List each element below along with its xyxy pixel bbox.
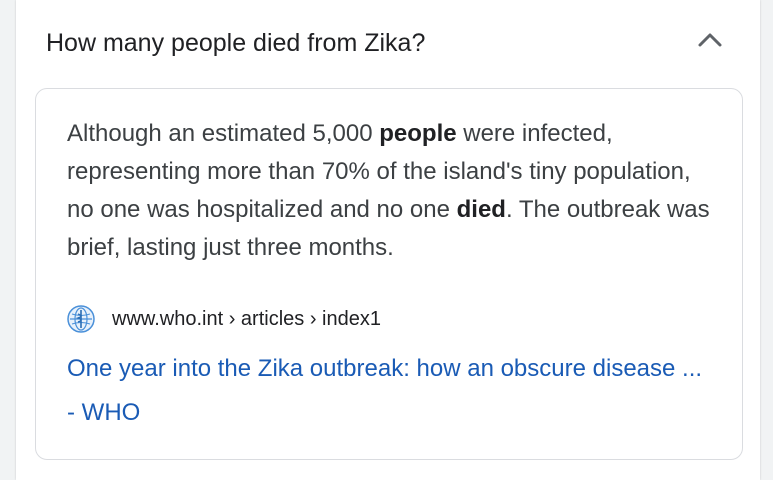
who-logo-icon [67, 305, 95, 333]
source-row[interactable]: www.who.int › articles › index1 [67, 304, 381, 334]
chevron-up-icon[interactable] [690, 24, 730, 56]
result-title-link[interactable]: One year into the Zika outbreak: how an … [67, 347, 707, 435]
answer-bold-died: died [456, 196, 506, 223]
question-text[interactable]: How many people died from Zika? [46, 28, 425, 58]
question-row[interactable]: How many people died from Zika? [16, 0, 760, 84]
source-url[interactable]: www.who.int › articles › index1 [112, 308, 381, 331]
answer-bold-people: people [379, 120, 457, 147]
answer-part-1: Although an estimated 5,000 [67, 120, 380, 147]
answer-card: Although an estimated 5,000 people were … [35, 88, 743, 460]
featured-snippet-panel: How many people died from Zika? Although… [16, 0, 760, 480]
answer-text: Although an estimated 5,000 people were … [67, 115, 717, 267]
